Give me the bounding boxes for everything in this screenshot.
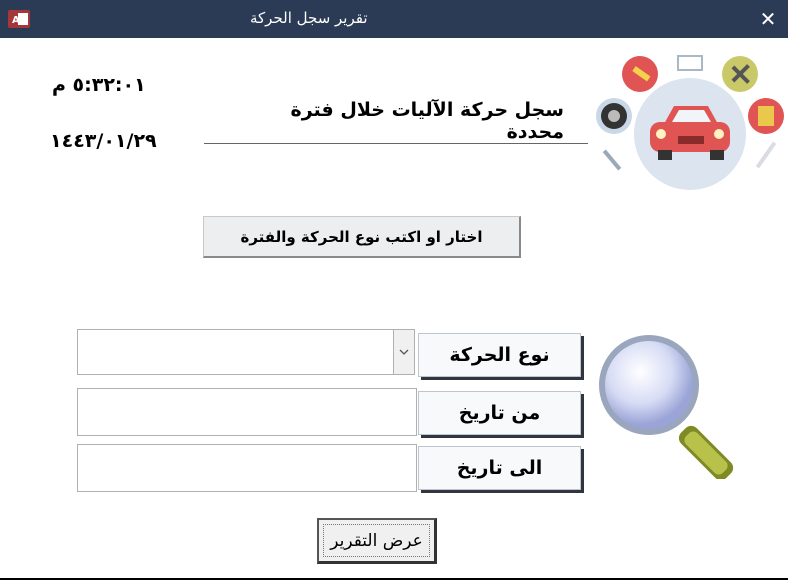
show-report-label: عرض التقرير — [330, 530, 423, 551]
to-date-field[interactable] — [77, 444, 417, 492]
svg-text:A: A — [12, 15, 20, 26]
from-date-field[interactable] — [77, 388, 417, 436]
to-date-label: الى تاريخ — [418, 446, 581, 490]
current-date: ١٤٤٣/٠١/٢٩ — [50, 130, 157, 152]
bottom-border — [0, 578, 788, 580]
heading-divider — [204, 143, 588, 144]
movement-type-label: نوع الحركة — [418, 333, 581, 377]
movement-type-combobox[interactable] — [77, 329, 415, 375]
close-button[interactable]: ✕ — [748, 0, 788, 38]
current-time: ٥:٣٢:٠١ م — [52, 74, 146, 96]
close-icon: ✕ — [759, 7, 777, 31]
window-title: تقرير سجل الحركة — [250, 9, 368, 27]
car-service-icon — [594, 52, 786, 192]
page-heading: سجل حركة الآليات خلال فترة محددة — [290, 99, 565, 143]
show-report-button[interactable]: عرض التقرير — [317, 518, 437, 564]
access-icon: A — [8, 10, 30, 28]
title-bar: A تقرير سجل الحركة ✕ — [0, 0, 788, 38]
from-date-label: من تاريخ — [418, 391, 581, 435]
instructions-button[interactable]: اختار او اكتب نوع الحركة والفترة — [203, 216, 521, 258]
chevron-down-icon[interactable] — [393, 330, 414, 374]
magnifier-icon — [597, 333, 753, 481]
